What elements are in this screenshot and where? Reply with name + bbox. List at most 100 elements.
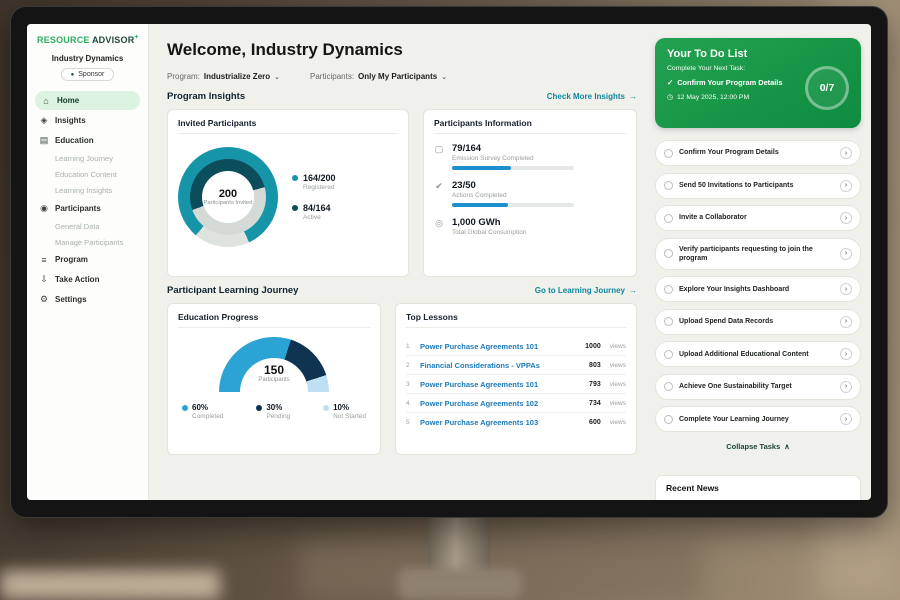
task-checkbox[interactable]: [664, 181, 673, 190]
task-item[interactable]: Verify participants requesting to join t…: [655, 238, 861, 270]
card-title: Invited Participants: [178, 118, 398, 134]
todo-panel: Your To Do List Complete Your Next Task:…: [649, 24, 871, 500]
sponsor-label: Sponsor: [78, 71, 104, 78]
task-label: Confirm Your Program Details: [679, 148, 834, 157]
lesson-views: 1000: [585, 343, 601, 350]
task-checkbox[interactable]: [664, 350, 673, 359]
sidebar-item-manage-participants[interactable]: Manage Participants: [27, 234, 148, 250]
task-item[interactable]: Invite a Collaborator ›: [655, 205, 861, 231]
task-checkbox[interactable]: [664, 285, 673, 294]
check-icon: ✓: [667, 78, 673, 87]
lesson-row: 2 Financial Considerations - VPPAs 803 v…: [406, 356, 626, 375]
sidebar-item-label: Home: [57, 96, 79, 105]
recent-news-header[interactable]: Recent News: [655, 475, 861, 500]
task-item[interactable]: Explore Your Insights Dashboard ›: [655, 276, 861, 302]
sidebar-item-label: Education: [55, 136, 94, 145]
chevron-right-icon[interactable]: ›: [840, 316, 852, 328]
stat-emission-survey: ▢ 79/164 Emission Survey Completed: [434, 143, 626, 170]
sponsor-badge[interactable]: ● Sponsor: [61, 68, 115, 81]
collapse-label: Collapse Tasks: [726, 442, 780, 451]
chevron-right-icon[interactable]: ›: [840, 147, 852, 159]
task-checkbox[interactable]: [664, 149, 673, 158]
sidebar-item-learning-insights[interactable]: Learning Insights: [27, 182, 148, 198]
sidebar-item-learning-journey[interactable]: Learning Journey: [27, 150, 148, 166]
lesson-row: 1 Power Purchase Agreements 101 1000 vie…: [406, 337, 626, 356]
card-title: Education Progress: [178, 312, 370, 328]
task-checkbox[interactable]: [664, 317, 673, 326]
insights-cards-row: Invited Participants 200 Participants In…: [167, 109, 637, 277]
chevron-right-icon[interactable]: ›: [840, 283, 852, 295]
views-label: views: [610, 381, 626, 388]
legend-dot: [182, 405, 188, 411]
take-action-icon: ⇩: [39, 274, 49, 285]
legend-pending: 30% Pending: [256, 403, 290, 420]
todo-progress-ring: 0/7: [805, 66, 849, 110]
stat-actions-completed: ✔ 23/50 Actions Completed: [434, 180, 626, 207]
go-to-learning-journey-link[interactable]: Go to Learning Journey →: [535, 286, 637, 295]
views-label: views: [610, 343, 626, 350]
sidebar-item-participants[interactable]: ◉ Participants: [27, 198, 148, 218]
task-item[interactable]: Upload Additional Educational Content ›: [655, 341, 861, 367]
actions-icon: ✔: [434, 180, 444, 207]
task-label: Upload Additional Educational Content: [679, 350, 834, 359]
progress-bar: [452, 166, 574, 170]
lesson-link[interactable]: Financial Considerations - VPPAs: [420, 361, 582, 370]
sidebar-item-label: Program: [55, 255, 88, 264]
chevron-right-icon[interactable]: ›: [840, 413, 852, 425]
chevron-right-icon[interactable]: ›: [840, 348, 852, 360]
participants-dropdown[interactable]: Participants: Only My Participants ⌄: [310, 72, 447, 81]
section-title: Participant Learning Journey: [167, 285, 298, 296]
lesson-link[interactable]: Power Purchase Agreements 101: [420, 342, 578, 351]
chevron-right-icon[interactable]: ›: [840, 381, 852, 393]
lesson-views: 734: [589, 400, 601, 407]
lesson-link[interactable]: Power Purchase Agreements 102: [420, 399, 582, 408]
sidebar-item-program[interactable]: ≡ Program: [27, 250, 148, 269]
task-item[interactable]: Complete Your Learning Journey ›: [655, 406, 861, 432]
task-list: Confirm Your Program Details › Send 50 I…: [655, 140, 861, 439]
sidebar-item-education[interactable]: ▤ Education: [27, 130, 148, 150]
task-item[interactable]: Upload Spend Data Records ›: [655, 309, 861, 335]
sidebar-item-general-data[interactable]: General Data: [27, 218, 148, 234]
education-gauge-chart: 150 Participants: [219, 337, 329, 393]
program-value: Industrialize Zero: [204, 72, 270, 81]
chevron-right-icon[interactable]: ›: [840, 212, 852, 224]
legend-value: 10%: [333, 403, 366, 412]
consumption-icon: ◎: [434, 217, 444, 236]
task-checkbox[interactable]: [664, 214, 673, 223]
gauge-legend: 60% Completed 30% Pending: [178, 403, 370, 420]
task-item[interactable]: Confirm Your Program Details ›: [655, 140, 861, 166]
lesson-link[interactable]: Power Purchase Agreements 103: [420, 418, 582, 427]
task-item[interactable]: Achieve One Sustainability Target ›: [655, 374, 861, 400]
todo-next-task[interactable]: ✓ Confirm Your Program Details: [667, 78, 797, 87]
sidebar-item-insights[interactable]: ◈ Insights: [27, 110, 148, 130]
lesson-row: 3 Power Purchase Agreements 101 793 view…: [406, 375, 626, 394]
sidebar-item-education-content[interactable]: Education Content: [27, 166, 148, 182]
task-label: Invite a Collaborator: [679, 213, 834, 222]
sidebar-item-settings[interactable]: ⚙ Settings: [27, 289, 148, 309]
sidebar-item-take-action[interactable]: ⇩ Take Action: [27, 269, 148, 289]
lesson-link[interactable]: Power Purchase Agreements 101: [420, 380, 582, 389]
lesson-row: 4 Power Purchase Agreements 102 734 view…: [406, 394, 626, 413]
task-checkbox[interactable]: [664, 249, 673, 258]
collapse-tasks-link[interactable]: Collapse Tasks ∧: [655, 442, 861, 451]
program-dropdown[interactable]: Program: Industrialize Zero ⌄: [167, 72, 280, 81]
link-label: Go to Learning Journey: [535, 286, 625, 295]
monitor-stand-base: [398, 568, 522, 600]
sponsor-icon: ●: [71, 72, 75, 78]
todo-summary-card: Your To Do List Complete Your Next Task:…: [655, 38, 861, 128]
org-name: Industry Dynamics: [27, 54, 148, 63]
sidebar-item-home[interactable]: ⌂ Home: [35, 91, 140, 110]
lesson-row: 5 Power Purchase Agreements 103 600 view…: [406, 413, 626, 431]
chevron-right-icon[interactable]: ›: [840, 180, 852, 192]
clock-icon: ◷: [667, 93, 673, 101]
chevron-right-icon[interactable]: ›: [840, 248, 852, 260]
task-checkbox[interactable]: [664, 382, 673, 391]
task-item[interactable]: Send 50 Invitations to Participants ›: [655, 173, 861, 199]
donut-center-value: 200: [219, 188, 237, 200]
check-more-insights-link[interactable]: Check More Insights →: [547, 92, 637, 101]
participants-icon: ◉: [39, 203, 49, 214]
legend-value: 164/200: [303, 173, 336, 183]
stat-label: Actions Completed: [452, 192, 574, 199]
task-checkbox[interactable]: [664, 415, 673, 424]
task-label: Upload Spend Data Records: [679, 317, 834, 326]
